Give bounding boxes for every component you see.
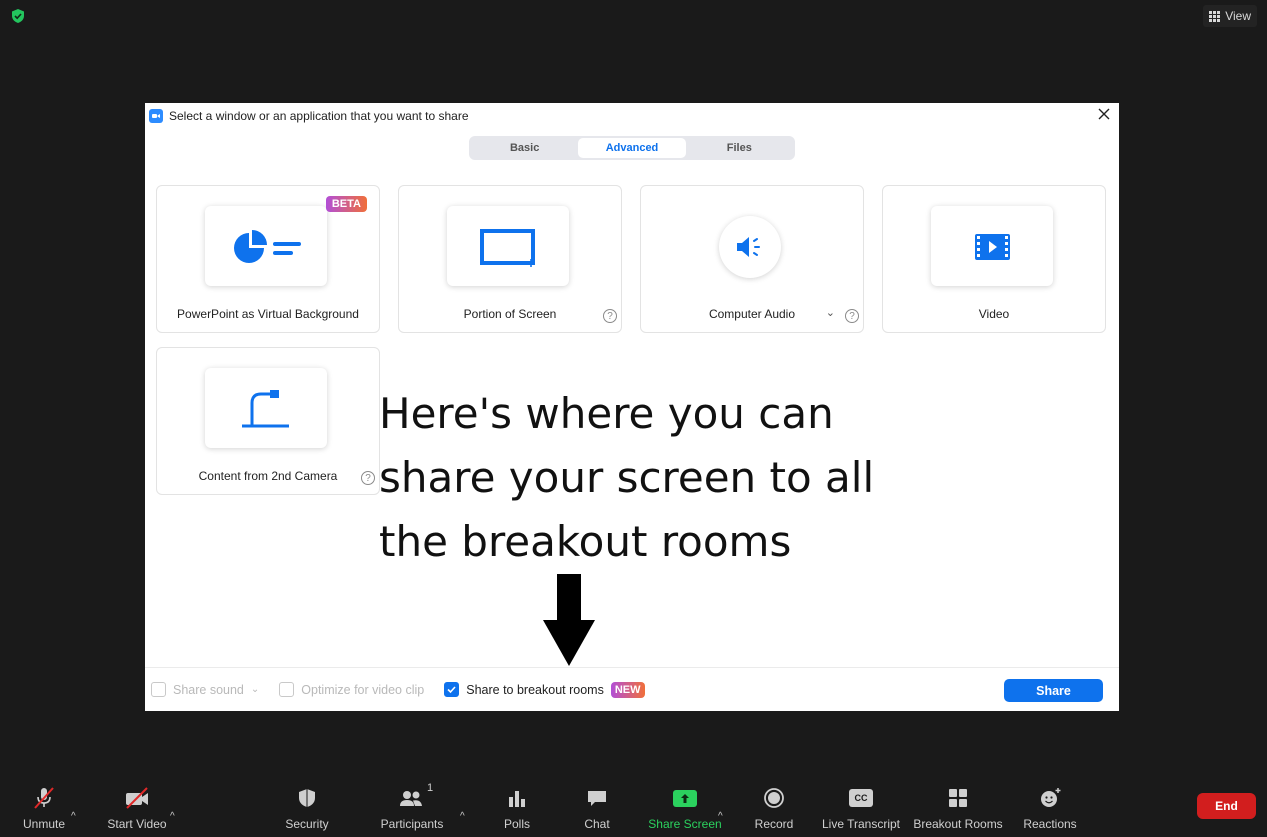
- chat-label: Chat: [584, 817, 610, 831]
- record-label: Record: [754, 817, 794, 831]
- portion-screen-icon: [447, 206, 569, 286]
- chevron-up-icon[interactable]: ^: [170, 811, 175, 822]
- video-file-icon: [931, 206, 1053, 286]
- participants-count: 1: [427, 782, 434, 794]
- card-second-camera[interactable]: Content from 2nd Camera ?: [156, 347, 380, 495]
- security-shield-icon: [294, 785, 320, 811]
- powerpoint-icon: [205, 206, 327, 286]
- tab-advanced[interactable]: Advanced: [578, 138, 686, 158]
- share-tabs: Basic Advanced Files: [469, 136, 795, 160]
- annotation-line: the breakout rooms: [379, 517, 792, 566]
- view-label: View: [1225, 9, 1251, 23]
- help-icon[interactable]: ?: [845, 309, 859, 323]
- card-video[interactable]: Video: [882, 185, 1106, 333]
- share-sound-label: Share sound: [173, 682, 244, 697]
- breakout-rooms-button[interactable]: Breakout Rooms: [912, 777, 1004, 837]
- cc-badge: CC: [849, 789, 873, 807]
- annotation-text: Here's where you can share your screen t…: [379, 382, 919, 574]
- chevron-down-icon[interactable]: ⌄: [826, 306, 835, 319]
- start-video-label: Start Video: [107, 817, 167, 831]
- polls-label: Polls: [503, 817, 530, 831]
- closed-caption-icon: CC: [848, 785, 874, 811]
- video-camera-off-icon: [124, 785, 150, 811]
- tab-files[interactable]: Files: [686, 138, 793, 158]
- annotation-line: share your screen to all: [379, 453, 875, 502]
- security-button[interactable]: Security: [280, 777, 334, 837]
- optimize-video-option[interactable]: Optimize for video clip: [279, 682, 424, 697]
- card-computer-audio[interactable]: Computer Audio ⌄ ?: [640, 185, 864, 333]
- chat-icon: [584, 785, 610, 811]
- unmute-button[interactable]: Unmute: [18, 777, 70, 837]
- reactions-button[interactable]: Reactions: [1021, 777, 1079, 837]
- encryption-shield-icon[interactable]: [10, 8, 26, 24]
- grid-icon: [1209, 10, 1221, 22]
- share-screen-button[interactable]: Share Screen: [648, 777, 722, 837]
- meeting-toolbar: Unmute ^ Start Video ^ Security Particip…: [0, 777, 1267, 837]
- chevron-up-icon[interactable]: ^: [71, 811, 76, 822]
- card-label: Content from 2nd Camera: [198, 469, 338, 483]
- help-icon[interactable]: ?: [603, 309, 617, 323]
- dialog-title-bar: Select a window or an application that y…: [149, 108, 469, 124]
- record-button[interactable]: Record: [751, 777, 797, 837]
- share-breakout-label: Share to breakout rooms: [466, 682, 604, 697]
- live-transcript-button[interactable]: CC Live Transcript: [820, 777, 902, 837]
- beta-badge: BETA: [325, 196, 367, 212]
- participants-label: Participants: [380, 817, 444, 831]
- share-sound-option[interactable]: Share sound ⌄: [151, 682, 259, 697]
- chevron-up-icon[interactable]: ^: [460, 811, 465, 822]
- share-breakout-checkbox[interactable]: [444, 682, 460, 697]
- camera-icon: [205, 368, 327, 448]
- share-screen-icon: [672, 785, 698, 811]
- annotation-line: Here's where you can: [379, 389, 834, 438]
- start-video-button[interactable]: Start Video: [104, 777, 170, 837]
- reactions-icon: [1037, 785, 1063, 811]
- end-button[interactable]: End: [1197, 793, 1256, 819]
- tab-basic[interactable]: Basic: [471, 138, 578, 158]
- optimize-video-label: Optimize for video clip: [301, 682, 425, 697]
- breakout-rooms-label: Breakout Rooms: [913, 817, 1003, 831]
- card-portion-of-screen[interactable]: Portion of Screen ?: [398, 185, 622, 333]
- unmute-label: Unmute: [22, 817, 66, 831]
- card-powerpoint-background[interactable]: BETA PowerPoint as Virtual Background: [156, 185, 380, 333]
- share-breakout-option[interactable]: Share to breakout rooms NEW: [444, 681, 645, 698]
- polls-button[interactable]: Polls: [497, 777, 537, 837]
- new-badge: NEW: [610, 681, 645, 698]
- record-icon: [761, 785, 787, 811]
- share-sound-checkbox[interactable]: [151, 682, 166, 697]
- dialog-title: Select a window or an application that y…: [169, 109, 469, 123]
- close-icon[interactable]: [1097, 107, 1111, 121]
- card-label: Video: [978, 307, 1010, 321]
- help-icon[interactable]: ?: [361, 471, 375, 485]
- chevron-up-icon[interactable]: ^: [718, 811, 723, 822]
- reactions-label: Reactions: [1023, 817, 1077, 831]
- share-screen-label: Share Screen: [648, 817, 722, 831]
- card-label: Portion of Screen: [463, 307, 557, 321]
- down-arrow-icon: [543, 574, 595, 666]
- checkmark-icon: [447, 686, 456, 694]
- polls-icon: [504, 785, 530, 811]
- live-transcript-label: Live Transcript: [821, 817, 901, 831]
- microphone-muted-icon: [31, 785, 57, 811]
- zoom-logo-icon: [149, 109, 163, 123]
- breakout-rooms-icon: [945, 785, 971, 811]
- share-button[interactable]: Share: [1004, 679, 1103, 702]
- optimize-video-checkbox[interactable]: [279, 682, 295, 697]
- participants-button[interactable]: Participants: [377, 777, 447, 837]
- dialog-footer: Share sound ⌄ Optimize for video clip Sh…: [145, 667, 1119, 711]
- card-label: PowerPoint as Virtual Background: [177, 307, 359, 321]
- chat-button[interactable]: Chat: [578, 777, 616, 837]
- audio-icon: [719, 216, 781, 278]
- chevron-down-icon[interactable]: ⌄: [251, 684, 259, 695]
- participants-icon: [399, 785, 425, 811]
- view-button[interactable]: View: [1203, 5, 1257, 27]
- security-label: Security: [285, 817, 329, 831]
